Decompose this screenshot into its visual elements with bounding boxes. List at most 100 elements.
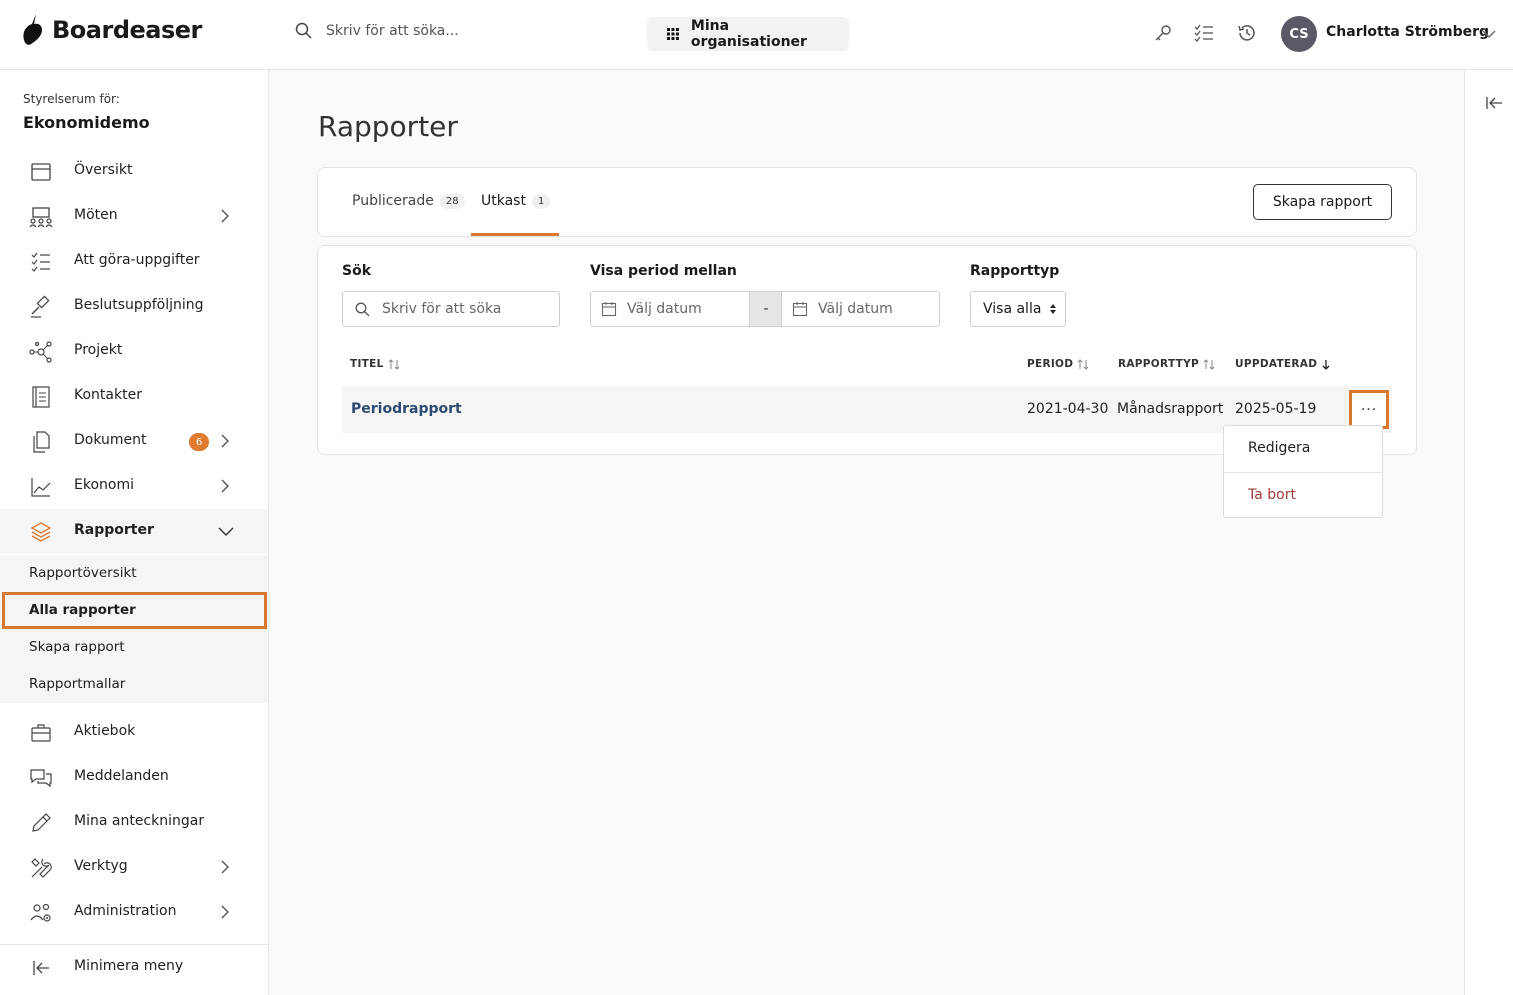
menu-item-label: Ta bort	[1248, 487, 1296, 503]
logo-text: Boardeaser	[52, 16, 202, 44]
avatar[interactable]: CS	[1281, 16, 1317, 52]
sidebar-item-label: Översikt	[74, 162, 133, 178]
chart-icon	[31, 478, 51, 497]
sidebar-item-label: Att göra-uppgifter	[74, 252, 200, 268]
column-header-label: PERIOD	[1027, 358, 1074, 370]
chevron-right-icon	[221, 479, 229, 493]
submenu-item-rapportmallar[interactable]: Rapportmallar	[0, 666, 268, 703]
period-label: Visa period mellan	[590, 263, 737, 279]
boardeaser-logo-icon	[23, 14, 42, 45]
report-type: Månadsrapport	[1117, 401, 1224, 417]
admin-icon	[30, 903, 51, 922]
tab-count-badge: 28	[439, 193, 465, 209]
tabs-card: Publicerade 28 Utkast 1 Skapa rapport	[317, 167, 1417, 237]
submenu-item-rapportoversikt[interactable]: Rapportöversikt	[0, 555, 268, 592]
sidebar-item-oversikt[interactable]: Översikt	[0, 149, 268, 194]
date-from-input[interactable]: Välj datum	[590, 291, 750, 327]
search-input[interactable]: Skriv för att söka	[342, 291, 560, 327]
report-title-link[interactable]: Periodrapport	[351, 401, 462, 417]
sidebar-item-ekonomi[interactable]: Ekonomi	[0, 464, 268, 509]
rapporter-submenu: Rapportöversikt Alla rapporter Skapa rap…	[0, 555, 268, 703]
reports-list-card: Sök Skriv för att söka Visa period mella…	[317, 245, 1417, 455]
chevron-right-icon	[221, 434, 229, 448]
date-to-input[interactable]: Välj datum	[781, 291, 940, 327]
history-icon[interactable]	[1237, 23, 1257, 43]
submenu-item-label: Rapportöversikt	[29, 565, 137, 581]
sidebar-item-att-gora[interactable]: Att göra-uppgifter	[0, 239, 268, 284]
sidebar-item-aktiebok[interactable]: Aktiebok	[0, 710, 268, 755]
sidebar-item-label: Dokument	[74, 432, 147, 448]
submenu-item-label: Alla rapporter	[29, 602, 136, 618]
meeting-icon	[29, 207, 53, 228]
sidebar-item-mina-anteckningar[interactable]: Mina anteckningar	[0, 800, 268, 845]
gavel-icon	[31, 295, 50, 318]
sort-updown-icon	[1050, 304, 1057, 314]
chevron-right-icon	[221, 905, 229, 919]
row-actions-menu: Redigera Ta bort	[1223, 425, 1383, 518]
submenu-item-label: Skapa rapport	[29, 639, 125, 655]
submenu-item-alla-rapporter[interactable]: Alla rapporter	[2, 592, 267, 629]
collapse-left-icon	[33, 961, 49, 975]
chevron-down-icon[interactable]	[1482, 27, 1496, 41]
global-search-placeholder[interactable]: Skriv för att söka...	[326, 23, 459, 39]
column-header-uppdaterad[interactable]: UPPDATERAD	[1235, 358, 1331, 370]
page-title: Rapporter	[318, 110, 458, 143]
submenu-item-skapa-rapport[interactable]: Skapa rapport	[0, 629, 268, 666]
chevron-right-icon	[221, 209, 229, 223]
pencil-icon	[32, 813, 51, 832]
sidebar-item-label: Rapporter	[74, 522, 154, 538]
sidebar-item-verktyg[interactable]: Verktyg	[0, 845, 268, 890]
search-placeholder: Skriv för att söka	[382, 301, 502, 317]
right-panel-rail	[1464, 70, 1513, 995]
column-header-period[interactable]: PERIOD	[1027, 358, 1089, 370]
sidebar-item-moten[interactable]: Möten	[0, 194, 268, 239]
sidebar-item-projekt[interactable]: Projekt	[0, 329, 268, 374]
sidebar-item-dokument[interactable]: Dokument 6	[0, 419, 268, 464]
tab-utkast[interactable]: Utkast 1	[481, 193, 551, 209]
contacts-icon	[32, 386, 50, 408]
sidebar-item-label: Aktiebok	[74, 723, 136, 739]
create-report-button[interactable]: Skapa rapport	[1253, 184, 1392, 220]
organizations-button[interactable]: Mina organisationer	[647, 17, 849, 51]
sidebar-item-label: Verktyg	[74, 858, 128, 874]
search-icon	[295, 22, 312, 39]
chevron-down-icon	[218, 527, 234, 536]
checklist-icon	[31, 252, 50, 272]
column-header-titel[interactable]: TITEL	[350, 358, 400, 370]
menu-item-edit[interactable]: Redigera	[1224, 426, 1382, 472]
report-type-select[interactable]: Visa alla	[970, 291, 1066, 327]
top-bar: Boardeaser Skriv för att söka... Mina or…	[0, 0, 1513, 70]
sidebar-item-beslutsuppfoljning[interactable]: Beslutsuppföljning	[0, 284, 268, 329]
submenu-item-label: Rapportmallar	[29, 676, 126, 692]
date-to-placeholder: Välj datum	[818, 301, 893, 317]
sidebar-item-meddelanden[interactable]: Meddelanden	[0, 755, 268, 800]
sidebar-item-rapporter[interactable]: Rapporter	[0, 509, 268, 554]
menu-item-delete[interactable]: Ta bort	[1224, 473, 1382, 519]
tab-publicerade[interactable]: Publicerade 28	[352, 193, 465, 209]
logo[interactable]: Boardeaser	[22, 14, 202, 46]
layers-icon	[30, 522, 52, 542]
briefcase-icon	[31, 724, 51, 742]
global-search[interactable]: Skriv för att söka...	[295, 22, 459, 39]
user-name[interactable]: Charlotta Strömberg	[1326, 24, 1489, 40]
minimize-menu-button[interactable]: Minimera meny	[0, 945, 268, 990]
sidebar-item-label: Administration	[74, 903, 177, 919]
collapse-left-icon[interactable]	[1485, 95, 1503, 111]
calendar-icon	[31, 163, 51, 181]
tab-count-badge: 1	[531, 193, 551, 209]
date-from-placeholder: Välj datum	[627, 301, 702, 317]
column-header-rapporttyp[interactable]: RAPPORTTYP	[1118, 358, 1215, 370]
documents-icon	[33, 431, 50, 453]
key-icon[interactable]	[1153, 23, 1173, 43]
sidebar-item-administration[interactable]: Administration	[0, 890, 268, 935]
date-range-separator: -	[750, 291, 782, 327]
column-header-label: TITEL	[350, 358, 384, 370]
sidebar-item-kontakter[interactable]: Kontakter	[0, 374, 268, 419]
sort-descending-icon	[1322, 359, 1330, 370]
sidebar-item-label: Ekonomi	[74, 477, 134, 493]
tasks-icon[interactable]	[1194, 23, 1214, 43]
organizations-button-label: Mina organisationer	[690, 18, 807, 50]
network-icon	[29, 341, 52, 363]
row-actions-button[interactable]: ···	[1349, 390, 1389, 429]
sidebar-item-label: Mina anteckningar	[74, 813, 205, 829]
